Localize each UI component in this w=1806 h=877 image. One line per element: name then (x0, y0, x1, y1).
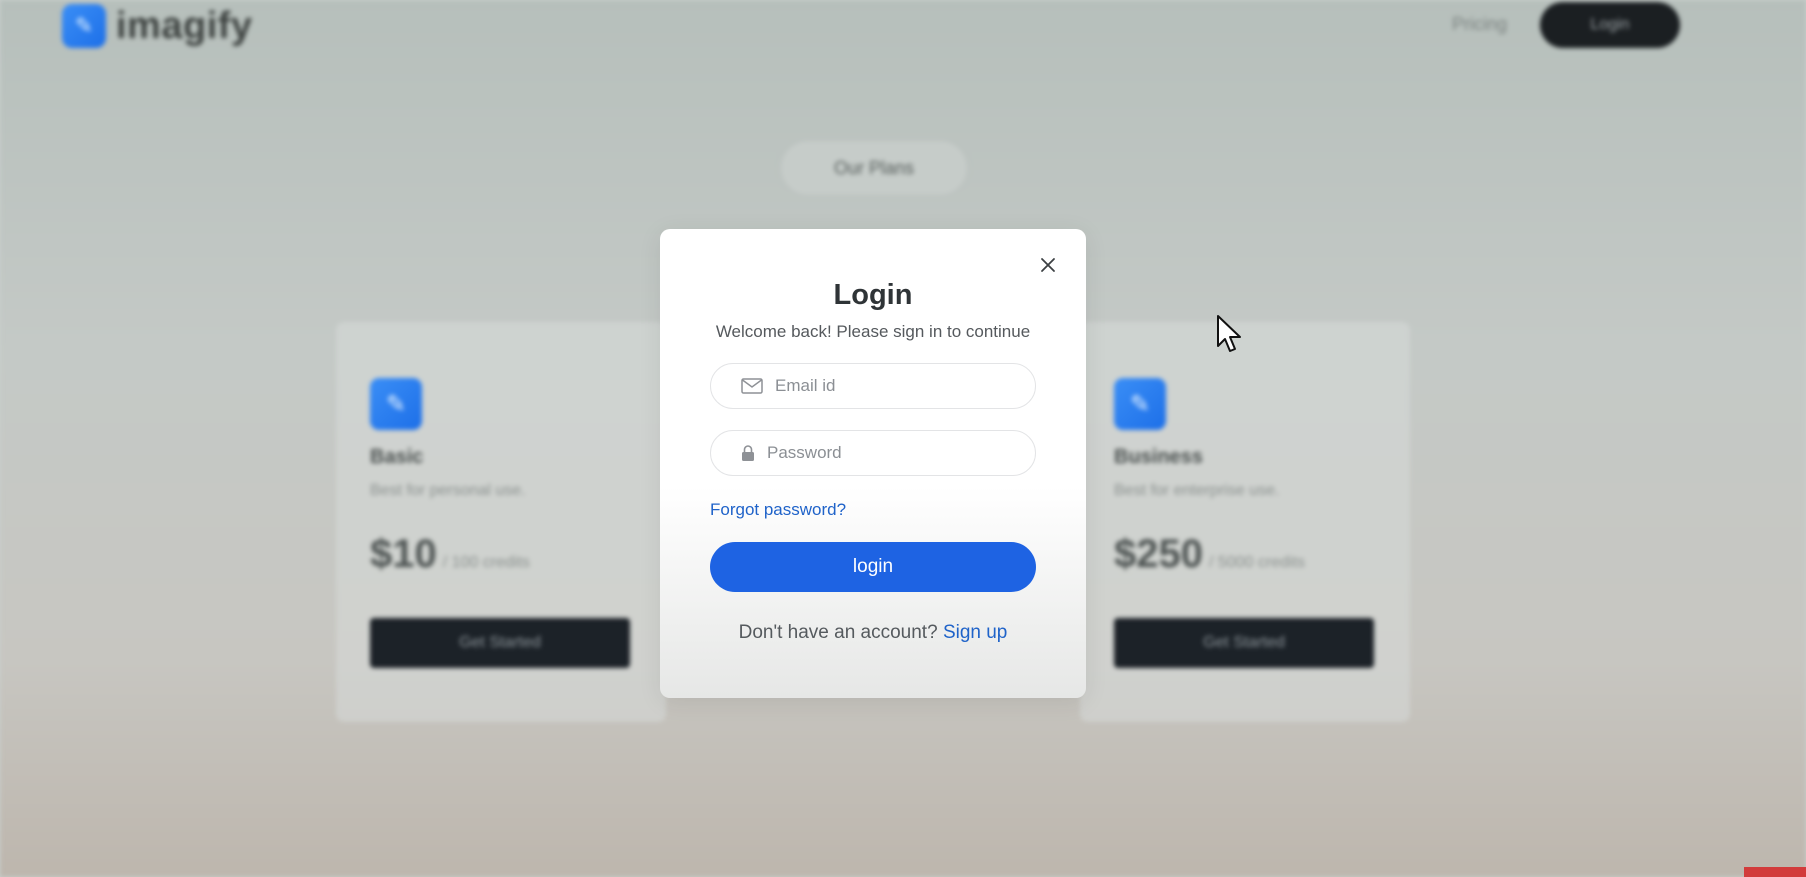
get-started-button[interactable]: Get Started (1114, 618, 1374, 668)
plan-credits: / 5000 credits (1208, 554, 1306, 571)
corner-badge (1744, 867, 1806, 877)
plan-desc: Best for personal use. (370, 482, 526, 499)
signup-row: Don't have an account? Sign up (660, 622, 1086, 644)
nav-login-button[interactable]: Login (1540, 2, 1680, 48)
login-button[interactable]: login (710, 542, 1036, 592)
email-field[interactable] (710, 363, 1036, 409)
lock-icon (742, 445, 754, 461)
modal-title: Login (833, 279, 913, 311)
close-button[interactable] (1032, 249, 1064, 281)
mail-icon (741, 378, 763, 394)
plan-icon: ✎ (370, 378, 422, 430)
plan-card-basic: ✎ Basic Best for personal use. $10 / 100 … (336, 322, 666, 722)
plan-icon: ✎ (1114, 378, 1166, 430)
logo-icon: ✎ (62, 4, 106, 48)
password-input[interactable] (765, 442, 1009, 464)
modal-subtitle: Welcome back! Please sign in to continue (715, 322, 1031, 341)
login-modal: Login Welcome back! Please sign in to co… (660, 229, 1086, 698)
signup-prompt: Don't have an account? (738, 622, 938, 643)
section-pill: Our Plans (780, 140, 968, 196)
signup-link[interactable]: Sign up (943, 622, 1007, 643)
plan-price-value: $10 (370, 532, 437, 576)
get-started-button[interactable]: Get Started (370, 618, 630, 668)
close-icon (1041, 258, 1055, 272)
plan-price: $10 / 100 credits (370, 532, 530, 577)
plan-price-value: $250 (1114, 532, 1203, 576)
brand-logo[interactable]: ✎ imagify (62, 4, 253, 48)
plan-card-business: ✎ Business Best for enterprise use. $250… (1080, 322, 1410, 722)
password-field[interactable] (710, 430, 1036, 476)
plan-name: Basic (370, 446, 424, 468)
forgot-password-link[interactable]: Forgot password? (710, 500, 846, 520)
plan-price: $250 / 5000 credits (1114, 532, 1305, 577)
email-input[interactable] (773, 375, 1017, 397)
plan-desc: Best for enterprise use. (1114, 482, 1280, 499)
mouse-cursor-icon (1217, 315, 1241, 352)
plan-credits: / 100 credits (442, 554, 530, 571)
brand-name: imagify (116, 4, 253, 47)
nav-pricing-link[interactable]: Pricing (1452, 14, 1507, 35)
plan-name: Business (1114, 446, 1203, 468)
